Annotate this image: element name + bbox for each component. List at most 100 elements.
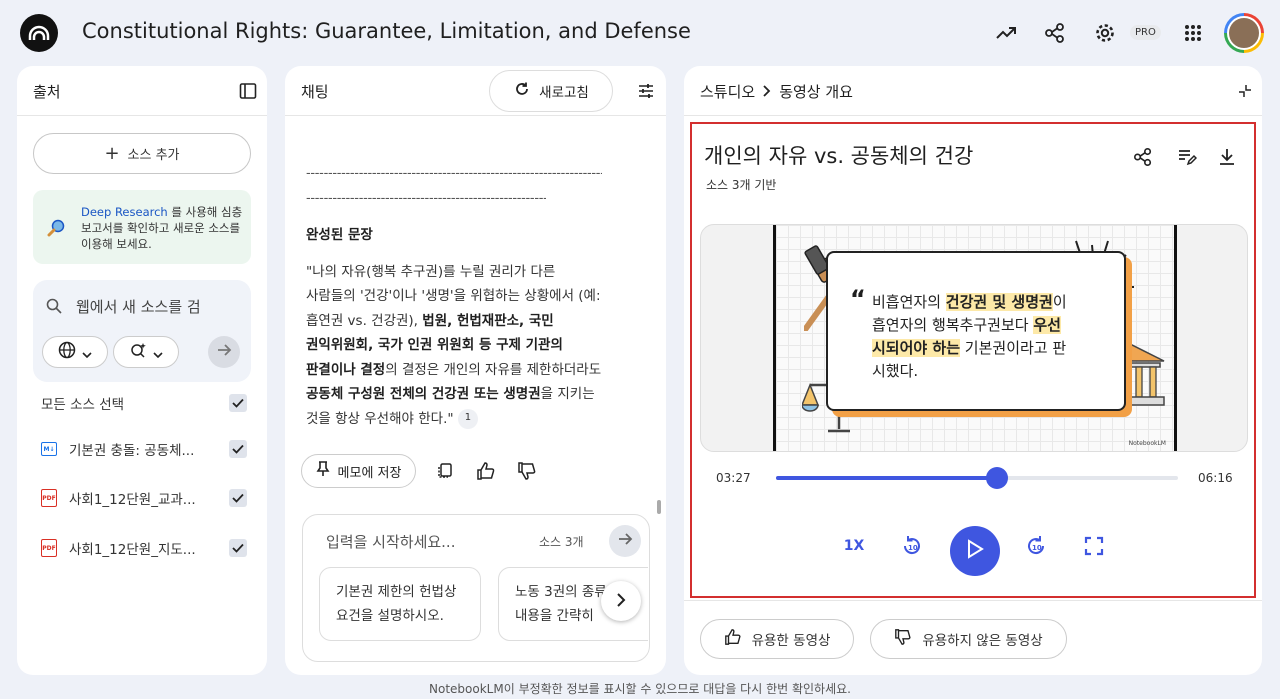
add-source-button[interactable]: + 소스 추가: [33, 133, 251, 174]
analytics-icon[interactable]: [992, 19, 1020, 47]
thumbs-down-icon[interactable]: [516, 460, 538, 482]
chat-message: ----------------------------------------…: [306, 162, 602, 431]
sparkle-search-icon: [129, 341, 147, 363]
not-helpful-video-button[interactable]: 유용하지 않은 동영상: [870, 619, 1067, 659]
chat-title: 채팅: [301, 83, 329, 101]
tune-settings-icon[interactable]: [637, 82, 655, 104]
source-checkbox[interactable]: [229, 539, 247, 557]
sources-panel: 출처 + 소스 추가 Deep Research 를 사용해 심층 보고서를 확…: [17, 66, 267, 675]
total-time: 06:16: [1198, 471, 1233, 485]
studio-header: 스튜디오 동영상 개요: [684, 66, 1262, 116]
pdf-file-icon: PDF: [41, 539, 57, 557]
helpful-label: 유용한 동영상: [751, 633, 831, 649]
source-item[interactable]: PDF 사회1_12단원_지도...: [41, 536, 247, 560]
search-icon: [46, 298, 62, 318]
citation-badge[interactable]: 1: [457, 408, 478, 429]
source-count: 소스 3개: [539, 535, 584, 549]
chevron-right-icon: [616, 592, 626, 611]
not-helpful-label: 유용하지 않은 동영상: [922, 633, 1043, 649]
settings-gear-icon[interactable]: [1091, 19, 1119, 47]
quote-mark-icon: “: [850, 285, 866, 313]
sources-header: 출처: [17, 66, 267, 116]
pin-icon: [316, 461, 330, 481]
notebooklm-logo-icon[interactable]: [20, 14, 58, 52]
refresh-label: 새로고침: [539, 85, 589, 101]
next-suggestions-button[interactable]: [601, 581, 641, 621]
source-label: 사회1_12단원_지도...: [69, 542, 196, 558]
play-button[interactable]: [950, 526, 1000, 576]
download-icon[interactable]: [1216, 146, 1238, 168]
svg-text:10: 10: [1032, 544, 1042, 552]
thumbs-down-icon: [894, 628, 912, 650]
breadcrumb: 스튜디오 동영상 개요: [700, 81, 853, 102]
breadcrumb-video-overview: 동영상 개요: [779, 83, 853, 101]
pro-badge: PRO: [1130, 25, 1161, 40]
message-heading: 완성된 문장: [306, 227, 373, 243]
progress-fill: [776, 476, 998, 480]
arrow-right-icon: [617, 531, 633, 551]
forward-10-icon[interactable]: 10: [1022, 532, 1050, 560]
chat-header: 채팅 새로고침: [285, 66, 666, 116]
edit-notes-icon[interactable]: [1176, 146, 1198, 168]
add-source-label: 소스 추가: [127, 148, 180, 163]
source-label: 사회1_12단원_교과...: [69, 492, 196, 508]
thumbs-up-icon: [724, 628, 742, 650]
suggested-question[interactable]: 기본권 제한의 헌법상 요건을 설명하시오.: [319, 567, 481, 641]
scrollbar-thumb[interactable]: [657, 500, 661, 514]
chevron-down-icon: [82, 343, 92, 362]
refresh-button[interactable]: 새로고침: [489, 70, 613, 112]
refresh-icon: [513, 80, 531, 102]
progress-slider[interactable]: [776, 467, 1178, 489]
chat-input-area: 입력을 시작하세요... 소스 3개 기본권 제한의 헌법상 요건을 설명하시오…: [302, 514, 650, 662]
svg-text:10: 10: [908, 544, 918, 552]
chevron-right-icon: [763, 83, 771, 101]
video-player-frame[interactable]: “ 비흡연자의 건강권 및 생명권이 흡연자의 행복추구권보다 우선시되어야 하…: [700, 224, 1248, 452]
message-quote: "나의 자유(행복 추구권)를 누릴 권리가 다른 사람들의 '건강'이나 '생…: [306, 263, 602, 429]
source-label: 기본권 충돌: 공동체...: [69, 443, 195, 459]
slide-quote-text: 비흡연자의 건강권 및 생명권이 흡연자의 행복추구권보다 우선시되어야 하는 …: [872, 293, 1067, 380]
source-item[interactable]: PDF 사회1_12단원_교과...: [41, 486, 247, 510]
video-subtitle: 소스 3개 기반: [706, 178, 777, 192]
helpful-video-button[interactable]: 유용한 동영상: [700, 619, 854, 659]
deep-research-link[interactable]: Deep Research: [81, 205, 168, 219]
progress-thumb[interactable]: [986, 467, 1009, 489]
collapse-panel-icon[interactable]: [239, 82, 257, 104]
quote-box: “ 비흡연자의 건강권 및 생명권이 흡연자의 행복추구권보다 우선시되어야 하…: [826, 251, 1126, 411]
source-checkbox[interactable]: [229, 440, 247, 458]
web-source-search: 웹에서 새 소스를 검: [33, 280, 251, 382]
select-all-label: 모든 소스 선택: [41, 397, 125, 413]
save-to-note-button[interactable]: 메모에 저장: [301, 454, 416, 488]
search-submit-button[interactable]: [208, 336, 240, 368]
chevron-down-icon: [153, 343, 163, 362]
select-all-checkbox[interactable]: [229, 394, 247, 412]
notebook-title[interactable]: Constitutional Rights: Guarantee, Limita…: [82, 19, 691, 43]
play-icon: [966, 539, 984, 563]
divider: [684, 600, 1262, 601]
globe-icon: [58, 341, 76, 363]
research-mode-dropdown[interactable]: [113, 336, 179, 368]
fullscreen-icon[interactable]: [1080, 532, 1108, 560]
web-source-dropdown[interactable]: [42, 336, 108, 368]
copy-icon[interactable]: [434, 460, 456, 482]
collapse-icon[interactable]: [1238, 83, 1252, 102]
share-icon[interactable]: [1132, 146, 1154, 168]
divider-line: ----------------------------------------…: [306, 166, 602, 181]
save-to-note-label: 메모에 저장: [337, 465, 402, 481]
share-icon[interactable]: [1041, 19, 1069, 47]
select-all-row[interactable]: 모든 소스 선택: [41, 391, 247, 415]
web-search-input[interactable]: 웹에서 새 소스를 검: [76, 296, 226, 317]
top-bar: Constitutional Rights: Guarantee, Limita…: [0, 0, 1280, 66]
source-item[interactable]: M↓ 기본권 충돌: 공동체...: [41, 437, 247, 461]
thumbs-up-icon[interactable]: [475, 460, 497, 482]
deep-research-promo[interactable]: Deep Research 를 사용해 심층 보고서를 확인하고 새로운 소스를…: [33, 190, 251, 264]
pdf-file-icon: PDF: [41, 489, 57, 507]
send-button[interactable]: [609, 525, 641, 557]
user-avatar[interactable]: [1224, 13, 1264, 53]
source-checkbox[interactable]: [229, 489, 247, 507]
playback-speed-button[interactable]: 1X: [840, 532, 868, 560]
rewind-10-icon[interactable]: 10: [898, 532, 926, 560]
breadcrumb-studio[interactable]: 스튜디오: [700, 81, 755, 102]
apps-grid-icon[interactable]: [1179, 19, 1207, 47]
video-overview-card: 개인의 자유 vs. 공동체의 건강 소스 3개 기반 “ 비흡연자의 건강권 …: [690, 122, 1256, 598]
chat-input[interactable]: 입력을 시작하세요...: [326, 531, 455, 552]
